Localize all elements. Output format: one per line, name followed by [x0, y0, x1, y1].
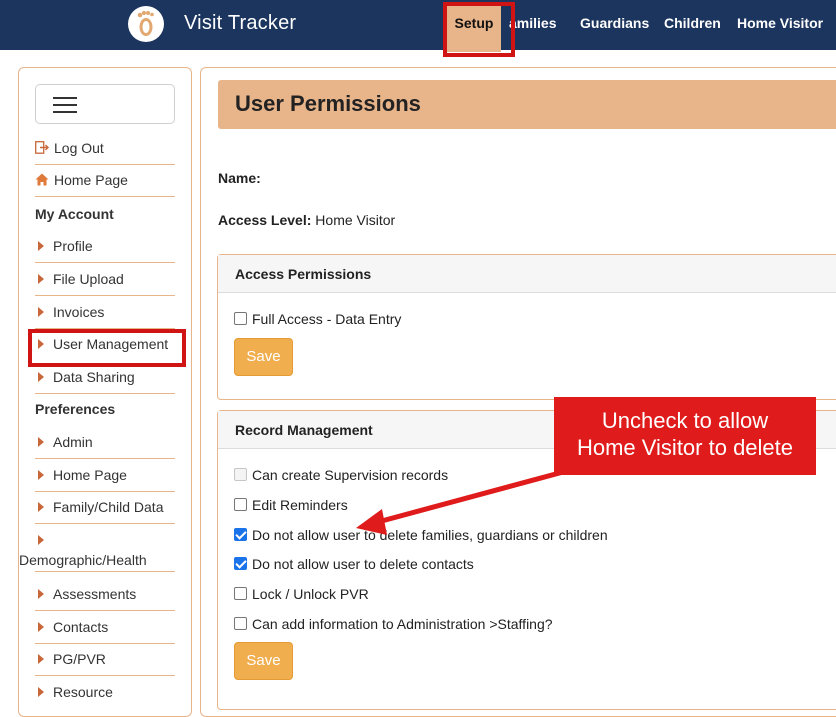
annotation-arrow-icon — [356, 465, 579, 535]
